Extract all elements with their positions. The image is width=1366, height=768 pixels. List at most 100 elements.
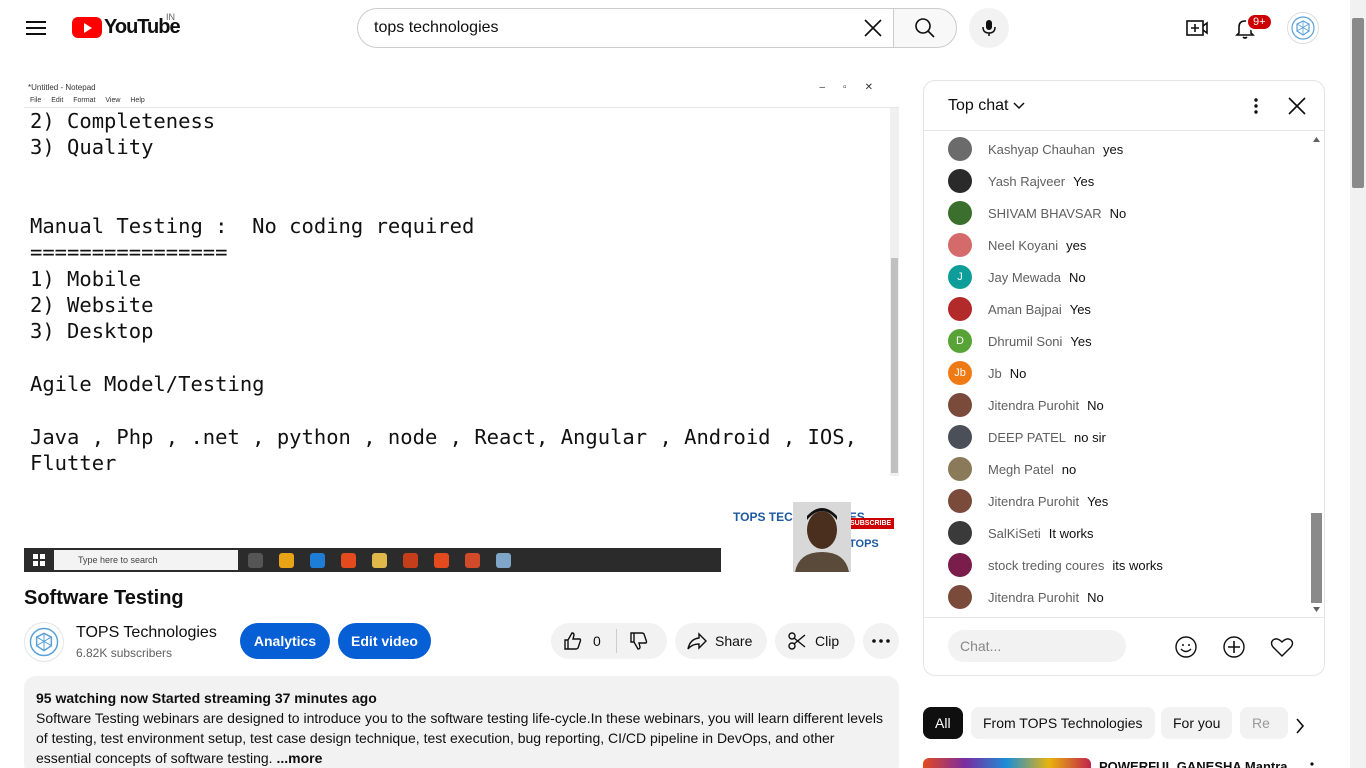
chat-author-avatar[interactable]: Jb <box>948 361 972 385</box>
menu-icon[interactable] <box>24 18 48 38</box>
chat-author-name[interactable]: SalKiSeti <box>988 526 1041 541</box>
chat-author-avatar[interactable] <box>948 521 972 545</box>
chat-author-name[interactable]: Neel Koyani <box>988 238 1058 253</box>
search-button[interactable] <box>893 8 957 48</box>
top-chat-dropdown[interactable]: Top chat <box>948 97 1025 115</box>
chat-author-avatar[interactable] <box>948 169 972 193</box>
chat-message: D Dhrumil Soni Yes <box>948 329 1092 353</box>
chevron-right-icon[interactable] <box>1295 718 1305 734</box>
account-avatar[interactable] <box>1287 12 1319 44</box>
chat-author-avatar[interactable] <box>948 585 972 609</box>
like-dislike-group: 0 <box>551 623 667 659</box>
chat-author-avatar[interactable]: J <box>948 265 972 289</box>
video-player[interactable]: *Untitled - Notepad File Edit Format Vie… <box>24 80 899 572</box>
chat-message-text: No <box>1068 269 1086 285</box>
like-count: 0 <box>593 633 601 649</box>
chip-for-you[interactable]: For you <box>1161 707 1233 739</box>
chat-author-avatar[interactable] <box>948 425 972 449</box>
edge-icon <box>310 553 325 568</box>
chat-author-name[interactable]: DEEP PATEL <box>988 430 1066 445</box>
clip-button[interactable]: Clip <box>775 623 855 659</box>
page-scrollbar[interactable] <box>1350 0 1366 768</box>
chat-author-avatar[interactable] <box>948 457 972 481</box>
chat-author-name[interactable]: Aman Bajpai <box>988 302 1062 317</box>
channel-avatar[interactable] <box>24 622 64 662</box>
notepad-menu-view: View <box>105 97 121 104</box>
chat-message-text: No <box>1087 589 1104 605</box>
chat-author-avatar[interactable] <box>948 393 972 417</box>
description-box[interactable]: 95 watching now Started streaming 37 min… <box>24 676 899 768</box>
chat-author-name[interactable]: stock treding coures <box>988 558 1104 573</box>
chat-message: SHIVAM BHAVSAR No <box>948 201 1126 225</box>
chat-author-name[interactable]: Jitendra Purohit <box>988 398 1079 413</box>
share-button[interactable]: Share <box>675 623 767 659</box>
chat-author-avatar[interactable] <box>948 553 972 577</box>
chat-author-name[interactable]: Kashyap Chauhan <box>988 142 1095 157</box>
notepad-window-controls: –▫✕ <box>819 82 891 93</box>
search-bar <box>357 8 957 48</box>
chat-message-text: no sir <box>1074 429 1106 445</box>
close-chat-icon[interactable] <box>1288 97 1306 115</box>
chat-message: Jitendra Purohit Yes <box>948 489 1108 513</box>
dislike-button[interactable] <box>617 631 649 651</box>
chat-author-avatar[interactable] <box>948 137 972 161</box>
powerpoint-icon <box>403 553 418 568</box>
chat-author-avatar[interactable] <box>948 489 972 513</box>
add-icon[interactable] <box>1222 635 1246 659</box>
chat-message-text: no <box>1061 461 1077 477</box>
recommended-title[interactable]: POWERFUL GANESHA Mantra <box>1099 759 1288 768</box>
chat-message: SalKiSeti It works <box>948 521 1094 545</box>
chat-author-name[interactable]: Jitendra Purohit <box>988 494 1079 509</box>
tops-logo-icon <box>1291 16 1315 40</box>
folder-icon <box>372 553 387 568</box>
chat-author-name[interactable]: Jb <box>988 366 1002 381</box>
show-more-link[interactable]: ...more <box>276 750 322 766</box>
voice-search-button[interactable] <box>969 8 1009 48</box>
app-icon <box>465 553 480 568</box>
chat-author-name[interactable]: Dhrumil Soni <box>988 334 1062 349</box>
chat-input[interactable]: Chat... <box>948 630 1126 662</box>
emoji-icon[interactable] <box>1174 635 1198 659</box>
chat-message-text: its works <box>1112 557 1163 573</box>
chat-message-text: No <box>1087 397 1104 413</box>
search-icon <box>915 18 935 38</box>
recommended-more-icon[interactable] <box>1310 762 1314 768</box>
chat-author-avatar[interactable] <box>948 233 972 257</box>
more-horizontal-icon <box>872 639 890 643</box>
scissors-icon <box>788 632 806 650</box>
chat-author-avatar[interactable] <box>948 201 972 225</box>
chat-author-avatar[interactable]: D <box>948 329 972 353</box>
chat-message: Jitendra Purohit No <box>948 393 1104 417</box>
microphone-icon <box>982 20 996 36</box>
chat-author-name[interactable]: Megh Patel <box>988 462 1054 477</box>
chat-placeholder: Chat... <box>960 638 1002 654</box>
notepad-scrollbar <box>890 108 899 476</box>
chip-all[interactable]: All <box>923 707 963 739</box>
chip-from-channel[interactable]: From TOPS Technologies <box>971 707 1155 739</box>
chat-author-name[interactable]: Jay Mewada <box>988 270 1061 285</box>
heart-icon[interactable] <box>1270 636 1294 658</box>
taskbar-search: Type here to search <box>54 550 238 570</box>
youtube-logo[interactable]: YouTube IN <box>72 12 181 39</box>
chat-author-name[interactable]: Jitendra Purohit <box>988 590 1079 605</box>
more-actions-button[interactable] <box>863 623 899 659</box>
chat-header: Top chat <box>924 81 1324 131</box>
chat-message-text: Yes <box>1073 173 1095 189</box>
edit-video-button[interactable]: Edit video <box>338 623 431 659</box>
analytics-button[interactable]: Analytics <box>240 623 330 659</box>
notepad-title: *Untitled - Notepad <box>28 83 96 92</box>
like-button[interactable]: 0 <box>551 629 617 653</box>
chat-author-avatar[interactable] <box>948 297 972 321</box>
chat-author-name[interactable]: SHIVAM BHAVSAR <box>988 206 1102 221</box>
clear-search-icon[interactable] <box>853 9 893 47</box>
chat-scrollbar[interactable] <box>1309 133 1324 617</box>
chip-recently[interactable]: Re <box>1240 707 1288 739</box>
channel-name[interactable]: TOPS Technologies <box>76 624 217 642</box>
create-icon[interactable] <box>1183 14 1211 42</box>
more-vertical-icon[interactable] <box>1254 98 1258 114</box>
chat-author-name[interactable]: Yash Rajveer <box>988 174 1065 189</box>
search-input[interactable] <box>374 19 853 37</box>
chrome-icon <box>341 553 356 568</box>
recommended-thumbnail[interactable] <box>923 758 1091 768</box>
taskbar-icons <box>248 553 511 568</box>
